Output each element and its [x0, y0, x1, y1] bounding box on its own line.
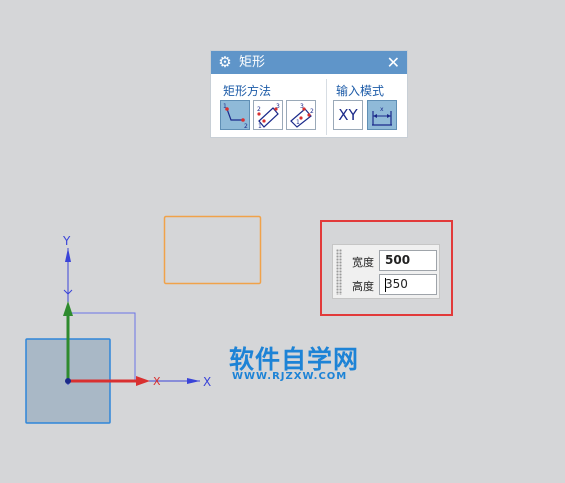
- two-point-rectangle-icon: 1 2: [223, 103, 248, 129]
- xy-mode-label: XY: [338, 106, 358, 124]
- rectangle-dialog: ⚙ 矩形 ✕ 矩形方法 输入模式 1 2 2 3 1 3 2 1 XY x: [210, 50, 408, 138]
- group-separator: [326, 79, 327, 135]
- width-input[interactable]: 500: [379, 250, 437, 271]
- two-point-rectangle-button[interactable]: 1 2: [220, 100, 250, 130]
- svg-text:x: x: [380, 106, 384, 113]
- x-axis-arrowhead: [187, 378, 200, 384]
- height-input[interactable]: 350: [379, 274, 437, 295]
- drag-handle[interactable]: [336, 249, 342, 295]
- dialog-title-bar[interactable]: ⚙ 矩形 ✕: [211, 51, 407, 74]
- y-direction-arrowhead: [63, 301, 73, 316]
- svg-text:2: 2: [244, 123, 248, 129]
- height-label: 高度: [352, 280, 374, 293]
- svg-text:1: 1: [296, 119, 300, 126]
- watermark-url: WWW.RJZXW.COM: [232, 371, 348, 382]
- origin-point[interactable]: [65, 378, 71, 384]
- svg-text:3: 3: [300, 103, 304, 110]
- svg-text:3: 3: [276, 103, 280, 110]
- parameter-mode-button[interactable]: x: [367, 100, 397, 130]
- svg-text:2: 2: [257, 106, 261, 113]
- dialog-title: 矩形: [239, 55, 266, 70]
- gear-icon[interactable]: ⚙: [217, 51, 233, 74]
- x-axis-label: X: [203, 375, 211, 389]
- svg-text:2: 2: [310, 108, 314, 115]
- x-direction-arrowhead: [136, 376, 150, 386]
- three-point-rectangle-icon: 2 3 1: [257, 103, 280, 129]
- text-cursor: [385, 278, 386, 292]
- y-axis-label: Y: [62, 234, 71, 248]
- rectangle-method-label: 矩形方法: [223, 84, 272, 98]
- xy-mode-button[interactable]: XY: [333, 100, 363, 130]
- width-label: 宽度: [352, 256, 374, 269]
- x-arrow-label: X: [153, 375, 161, 388]
- height-value: 350: [385, 277, 408, 291]
- dynamic-input-panel: 宽度 500 高度 350: [332, 244, 440, 299]
- center-rectangle-button[interactable]: 3 2 1: [286, 100, 316, 130]
- svg-text:1: 1: [223, 103, 227, 110]
- three-point-rectangle-button[interactable]: 2 3 1: [253, 100, 283, 130]
- svg-text:1: 1: [258, 123, 262, 129]
- parameter-mode-icon: x: [372, 106, 392, 126]
- preview-rectangle: [163, 215, 262, 285]
- center-rectangle-icon: 3 2 1: [290, 103, 314, 128]
- input-mode-label: 输入模式: [336, 84, 385, 98]
- close-icon[interactable]: ✕: [387, 51, 400, 74]
- y-axis-arrowhead: [65, 248, 71, 262]
